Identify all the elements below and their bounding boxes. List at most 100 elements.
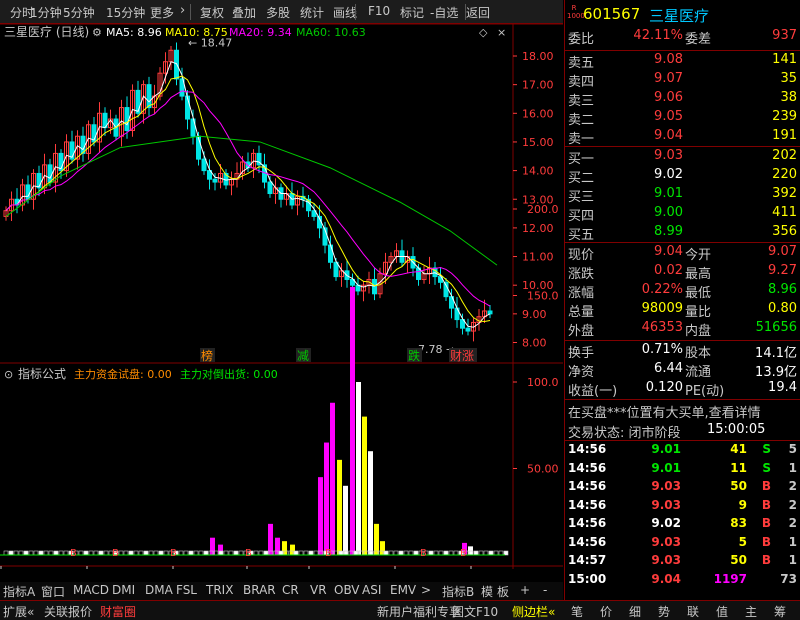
- toolbar-zixuan-button[interactable]: -自选: [430, 4, 458, 21]
- price-tick-label: 14.00: [522, 165, 554, 178]
- ask-price[interactable]: 9.05: [654, 109, 683, 124]
- toolbar-diejia-button[interactable]: 叠加: [232, 4, 256, 21]
- ask-price[interactable]: 9.04: [654, 128, 683, 143]
- indicator-tab[interactable]: CR: [282, 583, 299, 597]
- bid-volume: 392: [772, 186, 797, 201]
- bid-row: 买二 9.02 220: [565, 167, 800, 187]
- side-tab[interactable]: 细: [629, 603, 641, 620]
- indicator-tab[interactable]: BRAR: [243, 583, 276, 597]
- side-tab[interactable]: 值: [716, 603, 728, 620]
- toolbar-1min-button[interactable]: 1分钟: [30, 4, 62, 21]
- indicator-tab[interactable]: VR: [310, 583, 327, 597]
- indicator-tab[interactable]: 模: [481, 583, 493, 600]
- indicator-minor-bar: [203, 550, 209, 556]
- tick-price: 9.03: [651, 553, 681, 567]
- indicator-minor-bar: [28, 550, 34, 556]
- indicator-minor-bar: [63, 550, 69, 556]
- indicator-tab[interactable]: 窗口: [41, 583, 65, 600]
- ask-price[interactable]: 9.08: [654, 52, 683, 67]
- indicator-tab[interactable]: 指标B: [442, 583, 474, 600]
- side-tab[interactable]: 价: [600, 603, 612, 620]
- indicator-minor-bar: [163, 550, 169, 556]
- divider: [565, 50, 800, 51]
- indicator-tab[interactable]: EMV: [390, 583, 416, 597]
- bid-volume: 356: [772, 224, 797, 239]
- bid-volume: 202: [772, 148, 797, 163]
- toolbar-fanhui-button[interactable]: 返回: [466, 4, 490, 21]
- indicator-tab[interactable]: FSL: [176, 583, 197, 597]
- side-tab[interactable]: 势: [658, 603, 670, 620]
- tick-volume: 50: [730, 479, 747, 493]
- expand-button[interactable]: 扩展«: [3, 603, 34, 620]
- indicator-minor-bar: [388, 550, 394, 556]
- indicator-tab[interactable]: 板: [497, 583, 509, 600]
- close-icon[interactable]: ×: [497, 26, 506, 39]
- toolbar-biaoji-button[interactable]: 标记: [400, 4, 424, 21]
- sidebar-toggle-button[interactable]: 侧边栏«: [512, 603, 555, 620]
- indicator-tab[interactable]: DMA: [145, 583, 173, 597]
- ask-row: 卖二 9.05 239: [565, 109, 800, 129]
- side-tab[interactable]: 筹: [774, 603, 786, 620]
- toolbar-more-button[interactable]: 更多: [150, 4, 174, 21]
- bid-price[interactable]: 9.03: [654, 148, 683, 163]
- quote-row: 总量 98009 量比 0.80: [565, 301, 800, 321]
- price-tick-label: 12.00: [522, 222, 554, 235]
- toolbar-15min-button[interactable]: 15分钟: [106, 4, 145, 21]
- bid-price[interactable]: 9.01: [654, 186, 683, 201]
- bid-price[interactable]: 9.02: [654, 167, 683, 182]
- new-user-welfare-button[interactable]: 新用户福利专享: [377, 603, 461, 620]
- kline-chart-panel[interactable]: 三星医疗 (日线) ⚙ MA5: 8.96 MA10: 8.75 MA20: 9.34 M…: [0, 23, 563, 582]
- indicator-tab[interactable]: MACD: [73, 583, 109, 597]
- toolbar-huaxian-button[interactable]: 画线: [333, 4, 357, 21]
- indicator-tab[interactable]: 指标A: [3, 583, 35, 600]
- toolbar-f10-button[interactable]: F10: [368, 4, 390, 18]
- indicator-minor-bar: [438, 550, 444, 556]
- side-tab[interactable]: 主: [745, 603, 757, 620]
- indicator-arrow-icon[interactable]: ⊙: [4, 368, 13, 381]
- tick-volume: 1197: [713, 571, 747, 586]
- tick-volume: 11: [730, 460, 747, 475]
- diamond-icon[interactable]: ◇: [479, 26, 488, 39]
- wealth-circle-button[interactable]: 财富圈: [100, 603, 136, 620]
- indicator-tab[interactable]: -: [543, 583, 547, 597]
- tick-volume: 9: [738, 497, 747, 512]
- indicator-minor-bar: [143, 550, 149, 556]
- event-tag[interactable]: 减: [297, 349, 309, 363]
- stats-row: 收益(一) 0.120 PE(动) 19.4: [565, 380, 800, 400]
- indicator-minor-bar: [493, 550, 499, 556]
- quote-row: 涨跌 0.02 最高 9.27: [565, 263, 800, 283]
- indicator-tab[interactable]: OBV: [334, 583, 360, 597]
- candle-body: [487, 310, 493, 315]
- tick-direction: B: [761, 479, 771, 493]
- indicator-tab[interactable]: >: [421, 583, 431, 597]
- related-quote-button[interactable]: 关联报价: [44, 603, 92, 620]
- indicator-tab[interactable]: ASI: [362, 583, 381, 597]
- indicator-tab[interactable]: DMI: [112, 583, 135, 597]
- indicator-tab[interactable]: +: [520, 583, 530, 597]
- indicator-tick-label: 50.00: [527, 463, 559, 476]
- price-tick-label: 11.00: [522, 251, 554, 264]
- period-label[interactable]: 日线: [525, 568, 547, 582]
- event-tag[interactable]: 跌: [408, 348, 420, 363]
- bid-price[interactable]: 8.99: [654, 224, 683, 239]
- candle-body: [212, 178, 218, 183]
- ask-price[interactable]: 9.07: [654, 71, 683, 86]
- big-order-notice[interactable]: 在买盘***位置有大买单,查看详情: [565, 402, 800, 422]
- event-tag[interactable]: 财涨: [450, 348, 474, 363]
- event-tag[interactable]: 榜: [201, 348, 213, 363]
- indicator-tab[interactable]: TRIX: [206, 583, 233, 597]
- toolbar-tongji-button[interactable]: 统计: [300, 4, 324, 21]
- side-tab[interactable]: 笔: [571, 603, 583, 620]
- indicator-minor-bar: [103, 550, 109, 556]
- bid-price[interactable]: 9.00: [654, 205, 683, 220]
- toolbar-fuquan-button[interactable]: 复权: [200, 4, 224, 21]
- side-tab[interactable]: 联: [687, 603, 699, 620]
- toolbar-duogu-button[interactable]: 多股: [266, 4, 290, 21]
- ask-label: 卖一: [568, 132, 595, 147]
- indicator-bar: [350, 286, 355, 555]
- ask-price[interactable]: 9.06: [654, 90, 683, 105]
- toolbar-5min-button[interactable]: 5分钟: [63, 4, 95, 21]
- f10-button[interactable]: 图文F10: [452, 603, 498, 620]
- settings-icon[interactable]: ⚙: [92, 26, 102, 39]
- tick-count: 2: [788, 497, 797, 512]
